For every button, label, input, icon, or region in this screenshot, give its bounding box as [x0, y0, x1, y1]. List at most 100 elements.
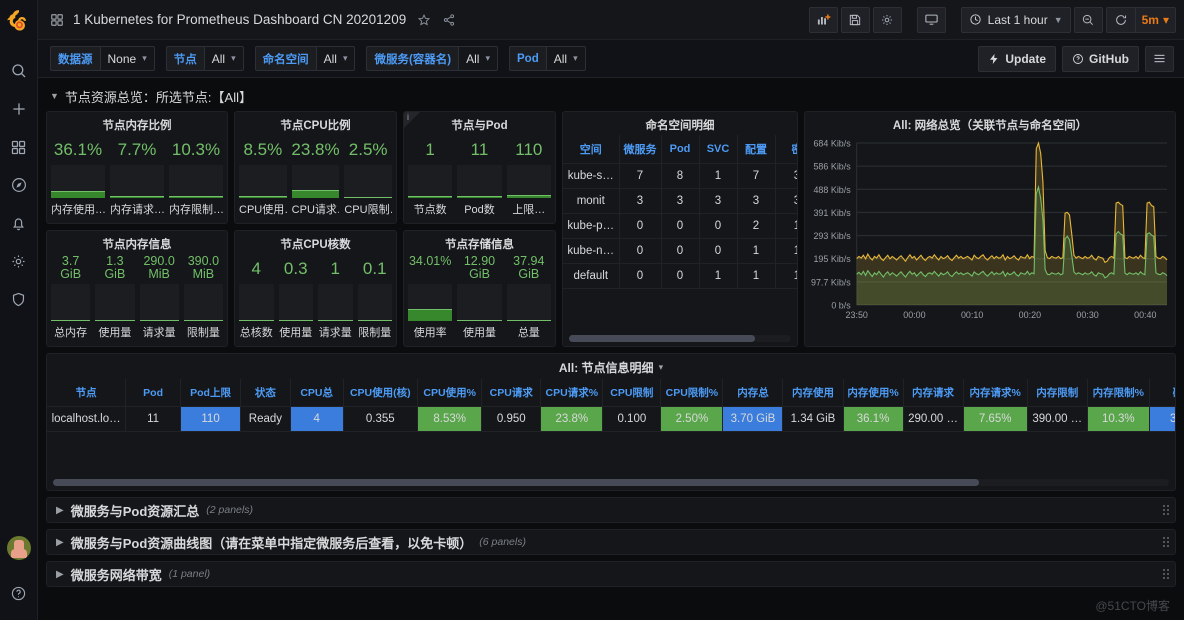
stat-item[interactable]: 8.5% CPU使用…	[239, 135, 287, 217]
info-icon[interactable]: i	[407, 112, 409, 122]
column-header[interactable]: Pod	[126, 379, 181, 407]
stat-value: 23.8%	[292, 135, 340, 165]
sidebar-item-server-admin[interactable]	[0, 280, 38, 318]
column-header[interactable]: 磁	[1149, 379, 1175, 407]
row-header-microservice-graphs[interactable]: ▶ 微服务与Pod资源曲线图（请在菜单中指定微服务后查看，以免卡顿） (6 pa…	[46, 529, 1176, 555]
stat-item[interactable]: 10.3% 内存限制…	[169, 135, 223, 217]
column-header[interactable]: CPU限制%	[661, 379, 723, 407]
column-header[interactable]: 配置	[737, 135, 775, 164]
share-icon[interactable]	[442, 13, 456, 27]
help-icon[interactable]	[0, 574, 38, 612]
column-header[interactable]: 内存限制%	[1087, 379, 1149, 407]
variable-value-dropdown[interactable]: All ▾	[204, 46, 244, 71]
sidebar	[0, 0, 38, 620]
variable-value-dropdown[interactable]: All ▾	[316, 46, 356, 71]
sidebar-item-dashboards[interactable]	[0, 128, 38, 166]
column-header[interactable]: 微服务	[619, 135, 661, 164]
column-header[interactable]: 内存限制	[1027, 379, 1087, 407]
column-header[interactable]: Pod上限	[181, 379, 241, 407]
stat-item[interactable]: 37.94 GiB 总量	[507, 254, 551, 340]
zoom-out-button[interactable]	[1074, 7, 1103, 33]
horizontal-scrollbar[interactable]	[53, 479, 1169, 486]
stat-item[interactable]: 7.7% 内存请求…	[110, 135, 164, 217]
column-header[interactable]: 节点	[47, 379, 126, 407]
row-header-microservice-bandwidth[interactable]: ▶ 微服务网络带宽 (1 panel)	[46, 561, 1176, 587]
column-header[interactable]: 内存使用%	[843, 379, 903, 407]
stat-item[interactable]: 2.5% CPU限制…	[344, 135, 392, 217]
namespace-table-scroll[interactable]: 空间 微服务 Pod SVC 配置 密 kube-s… 7	[563, 135, 797, 330]
column-header[interactable]: Pod	[661, 135, 699, 164]
add-panel-button[interactable]	[809, 7, 838, 33]
stat-item[interactable]: 4 总核数	[239, 254, 274, 340]
row-drag-handle[interactable]	[1163, 505, 1169, 515]
kiosk-mode-button[interactable]	[917, 7, 946, 33]
row-panel-count: (6 panels)	[479, 536, 526, 548]
column-header[interactable]: 内存请求	[903, 379, 963, 407]
sidebar-item-configuration[interactable]	[0, 242, 38, 280]
column-header[interactable]: 内存总	[723, 379, 783, 407]
variable-datasource: 数据源 None ▾	[50, 46, 155, 71]
table-cell: 7	[737, 164, 775, 189]
github-link-button[interactable]: GitHub	[1062, 46, 1139, 72]
column-header[interactable]: CPU限制	[603, 379, 661, 407]
stat-item[interactable]: 11 Pod数	[457, 135, 501, 217]
stat-item[interactable]: 1 节点数	[408, 135, 452, 217]
node-table-scroll[interactable]: 节点 Pod Pod上限 状态 CPU总 CPU使用(核) CPU使用% CPU…	[47, 379, 1175, 432]
stat-item[interactable]: 23.8% CPU请求…	[292, 135, 340, 217]
table-cell: 0	[619, 214, 661, 239]
user-avatar[interactable]	[7, 536, 31, 560]
stat-item[interactable]: 0.3 使用量	[279, 254, 314, 340]
column-header[interactable]: 状态	[241, 379, 291, 407]
refresh-button[interactable]	[1106, 7, 1135, 33]
grafana-logo-icon[interactable]	[4, 6, 34, 36]
stat-item[interactable]: 1 请求量	[318, 254, 353, 340]
column-header[interactable]: CPU请求%	[541, 379, 603, 407]
dashboard-menu-button[interactable]	[1145, 46, 1174, 72]
variable-pod: Pod All ▾	[509, 46, 586, 71]
variable-value: All	[554, 52, 567, 66]
stat-label: 内存限制…	[169, 198, 223, 217]
row-header-microservice-summary[interactable]: ▶ 微服务与Pod资源汇总 (2 panels)	[46, 497, 1176, 523]
panel-node-memory-info: 节点内存信息 3.7 GiB 总内存 1.3 GiB	[46, 230, 228, 347]
refresh-interval-picker[interactable]: 5m ▾	[1135, 7, 1176, 33]
horizontal-scrollbar[interactable]	[569, 335, 791, 342]
column-header[interactable]: CPU请求	[482, 379, 541, 407]
row-drag-handle[interactable]	[1163, 537, 1169, 547]
sidebar-item-explore[interactable]	[0, 166, 38, 204]
stat-item[interactable]: 390.0 MiB 限制量	[184, 254, 223, 340]
column-header[interactable]: 内存使用	[783, 379, 843, 407]
stat-item[interactable]: 12.90 GiB 使用量	[457, 254, 501, 340]
sidebar-item-search[interactable]	[0, 52, 38, 90]
stat-item[interactable]: 36.1% 内存使用…	[51, 135, 105, 217]
row-drag-handle[interactable]	[1163, 569, 1169, 579]
variable-value-dropdown[interactable]: None ▾	[100, 46, 155, 71]
sidebar-item-alerting[interactable]	[0, 204, 38, 242]
stat-item[interactable]: 290.0 MiB 请求量	[140, 254, 179, 340]
stat-item[interactable]: 110 上限…	[507, 135, 551, 217]
network-timeseries-chart[interactable]: 0 b/s97.7 Kib/s195 Kib/s293 Kib/s391 Kib…	[805, 135, 1175, 331]
time-range-picker[interactable]: Last 1 hour ▼	[961, 7, 1071, 33]
column-header[interactable]: CPU使用(核)	[343, 379, 418, 407]
row-header-node-overview[interactable]: ▼ 节点资源总览：所选节点:【All】	[50, 86, 1176, 106]
stat-bar	[358, 284, 393, 321]
stat-bar	[110, 165, 164, 198]
stat-item[interactable]: 1.3 GiB 使用量	[95, 254, 134, 340]
refresh-interval-label: 5m	[1142, 13, 1159, 27]
sidebar-item-create[interactable]	[0, 90, 38, 128]
column-header[interactable]: CPU总	[290, 379, 343, 407]
dashboard-settings-button[interactable]	[873, 7, 902, 33]
stat-item[interactable]: 3.7 GiB 总内存	[51, 254, 90, 340]
variable-value-dropdown[interactable]: All ▾	[546, 46, 586, 71]
stat-item[interactable]: 34.01% 使用率	[408, 254, 452, 340]
variable-value-dropdown[interactable]: All ▾	[458, 46, 498, 71]
favorite-star-icon[interactable]	[417, 13, 431, 27]
save-dashboard-button[interactable]	[841, 7, 870, 33]
column-header[interactable]: SVC	[699, 135, 737, 164]
stat-item[interactable]: 0.1 限制量	[358, 254, 393, 340]
column-header[interactable]: 内存请求%	[963, 379, 1027, 407]
column-header[interactable]: CPU使用%	[418, 379, 482, 407]
panel-title-wrapper[interactable]: All: 节点信息明细 ▾	[47, 354, 1175, 379]
column-header[interactable]: 空间	[563, 135, 619, 164]
update-link-button[interactable]: Update	[978, 46, 1056, 72]
column-header[interactable]: 密	[775, 135, 797, 164]
